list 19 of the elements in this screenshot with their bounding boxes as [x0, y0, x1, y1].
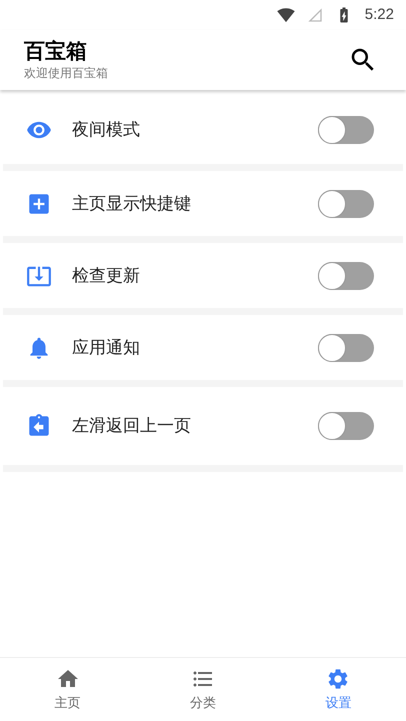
status-time: 5:22	[364, 4, 394, 25]
wifi-icon	[276, 6, 295, 24]
setting-label: 检查更新	[72, 264, 141, 287]
app-title: 百宝箱	[24, 39, 88, 65]
nav-tab[interactable]: 主页	[0, 658, 136, 721]
setting-label: 主页显示快捷键	[72, 192, 192, 215]
toggle-switch[interactable]	[318, 334, 374, 362]
nav-tab[interactable]: 设置	[270, 658, 406, 721]
toggle-switch[interactable]	[318, 116, 374, 144]
setting-label: 夜间模式	[72, 118, 141, 141]
toggle-switch[interactable]	[318, 262, 374, 290]
setting-label: 应用通知	[72, 336, 141, 359]
app-subtitle: 欢迎使用百宝箱	[24, 65, 108, 81]
nav-tab[interactable]: 分类	[135, 658, 271, 721]
toggle-switch[interactable]	[318, 412, 374, 440]
cellular-icon	[306, 7, 323, 23]
setting-label: 左滑返回上一页	[72, 415, 192, 438]
toggle-switch[interactable]	[318, 190, 374, 218]
settings-icon	[326, 666, 350, 691]
